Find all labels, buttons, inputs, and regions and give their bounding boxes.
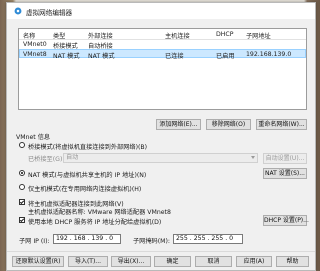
apply-button[interactable]: 应用(A) bbox=[236, 256, 272, 267]
bridged-to-select[interactable]: 自动 bbox=[63, 153, 258, 163]
help-button[interactable]: 帮助 bbox=[276, 256, 309, 267]
column-header-host[interactable]: 主机连接 bbox=[165, 31, 190, 40]
dhcp-settings-button[interactable]: DHCP 设置(P)... bbox=[263, 215, 309, 226]
cell-host: 已连接 bbox=[165, 53, 184, 60]
network-table: 名称 类型 外部连接 主机连接 DHCP 子网地址 VMnet0 桥接模式 自动… bbox=[18, 28, 307, 110]
rename-network-button[interactable]: 重命名网络(W)... bbox=[256, 119, 307, 130]
column-header-subnet[interactable]: 子网地址 bbox=[246, 31, 271, 40]
dhcp-label[interactable]: 使用本地 DHCP 服务将 IP 地址分配给虚拟机(D) bbox=[28, 217, 161, 226]
adapter-name-text: 主机虚拟适配器名称: VMware 网络适配器 VMnet8 bbox=[28, 209, 171, 216]
cell-name: VMnet0 bbox=[23, 41, 47, 48]
cell-type: NAT 模式 bbox=[53, 53, 80, 60]
subnet-ip-input[interactable]: 192 . 168 . 139 . 0 bbox=[53, 234, 121, 244]
bridged-mode-label[interactable]: 桥接模式(将虚拟机直接连接到外部网络)(B) bbox=[28, 142, 147, 151]
add-network-button[interactable]: 添加网络(E)... bbox=[156, 119, 201, 130]
cell-dhcp: 已启用 bbox=[216, 53, 235, 60]
host-only-mode-label[interactable]: 仅主机模式(在专用网络内连接虚拟机)(H) bbox=[28, 184, 141, 193]
export-button[interactable]: 导出(X)... bbox=[111, 256, 151, 267]
column-header-dhcp[interactable]: DHCP bbox=[216, 31, 233, 38]
ok-button[interactable]: 确定 bbox=[154, 256, 191, 267]
cancel-button[interactable]: 取消 bbox=[195, 256, 232, 267]
cell-external: NAT 模式 bbox=[88, 53, 115, 60]
nat-settings-button[interactable]: NAT 设置(S)... bbox=[263, 168, 307, 179]
column-header-external[interactable]: 外部连接 bbox=[88, 31, 113, 40]
network-app-icon bbox=[14, 7, 22, 15]
bridged-to-value: 自动 bbox=[66, 154, 79, 161]
import-button[interactable]: 导入(T)... bbox=[68, 256, 108, 267]
column-header-name[interactable]: 名称 bbox=[23, 31, 35, 40]
connect-adapter-checkbox[interactable] bbox=[19, 199, 25, 205]
window-title: 虚拟网络编辑器 bbox=[26, 9, 73, 17]
title-bar: 虚拟网络编辑器 bbox=[7, 3, 315, 19]
virtual-network-editor-window: 虚拟网络编辑器 名称 类型 外部连接 主机连接 DHCP 子网地址 VMnet0… bbox=[6, 2, 316, 271]
dhcp-checkbox[interactable] bbox=[19, 217, 25, 223]
nat-mode-radio[interactable] bbox=[19, 170, 25, 176]
host-only-mode-radio[interactable] bbox=[19, 184, 25, 190]
nat-mode-label[interactable]: NAT 模式(与虚拟机共享主机的 IP 地址)(N) bbox=[28, 170, 146, 179]
table-row[interactable]: VMnet0 桥接模式 自动桥接 bbox=[19, 40, 306, 50]
bridged-mode-radio[interactable] bbox=[19, 142, 25, 148]
subnet-mask-input[interactable]: 255 . 255 . 255 . 0 bbox=[173, 234, 243, 244]
column-header-type[interactable]: 类型 bbox=[53, 31, 65, 40]
subnet-mask-label: 子网掩码(M): bbox=[133, 238, 171, 245]
table-row-selected[interactable]: VMnet8 NAT 模式 NAT 模式 已连接 已启用 192.168.139… bbox=[19, 49, 306, 60]
remove-network-button[interactable]: 移除网络(O) bbox=[206, 119, 251, 130]
chevron-down-icon bbox=[251, 156, 255, 159]
table-header: 名称 类型 外部连接 主机连接 DHCP 子网地址 bbox=[19, 29, 306, 40]
cell-subnet: 192.168.139.0 bbox=[246, 51, 292, 58]
restore-defaults-button[interactable]: 还原默认设置(R) bbox=[12, 256, 64, 267]
subnet-ip-label: 子网 IP (I): bbox=[19, 238, 50, 245]
bridged-to-label: 已桥接至(G): bbox=[28, 156, 65, 163]
vmnet-info-heading: VMnet 信息 bbox=[16, 134, 51, 141]
footer-divider bbox=[7, 251, 315, 252]
auto-settings-button[interactable]: 自动设置(U)... bbox=[263, 153, 307, 164]
cell-name: VMnet8 bbox=[23, 51, 47, 58]
